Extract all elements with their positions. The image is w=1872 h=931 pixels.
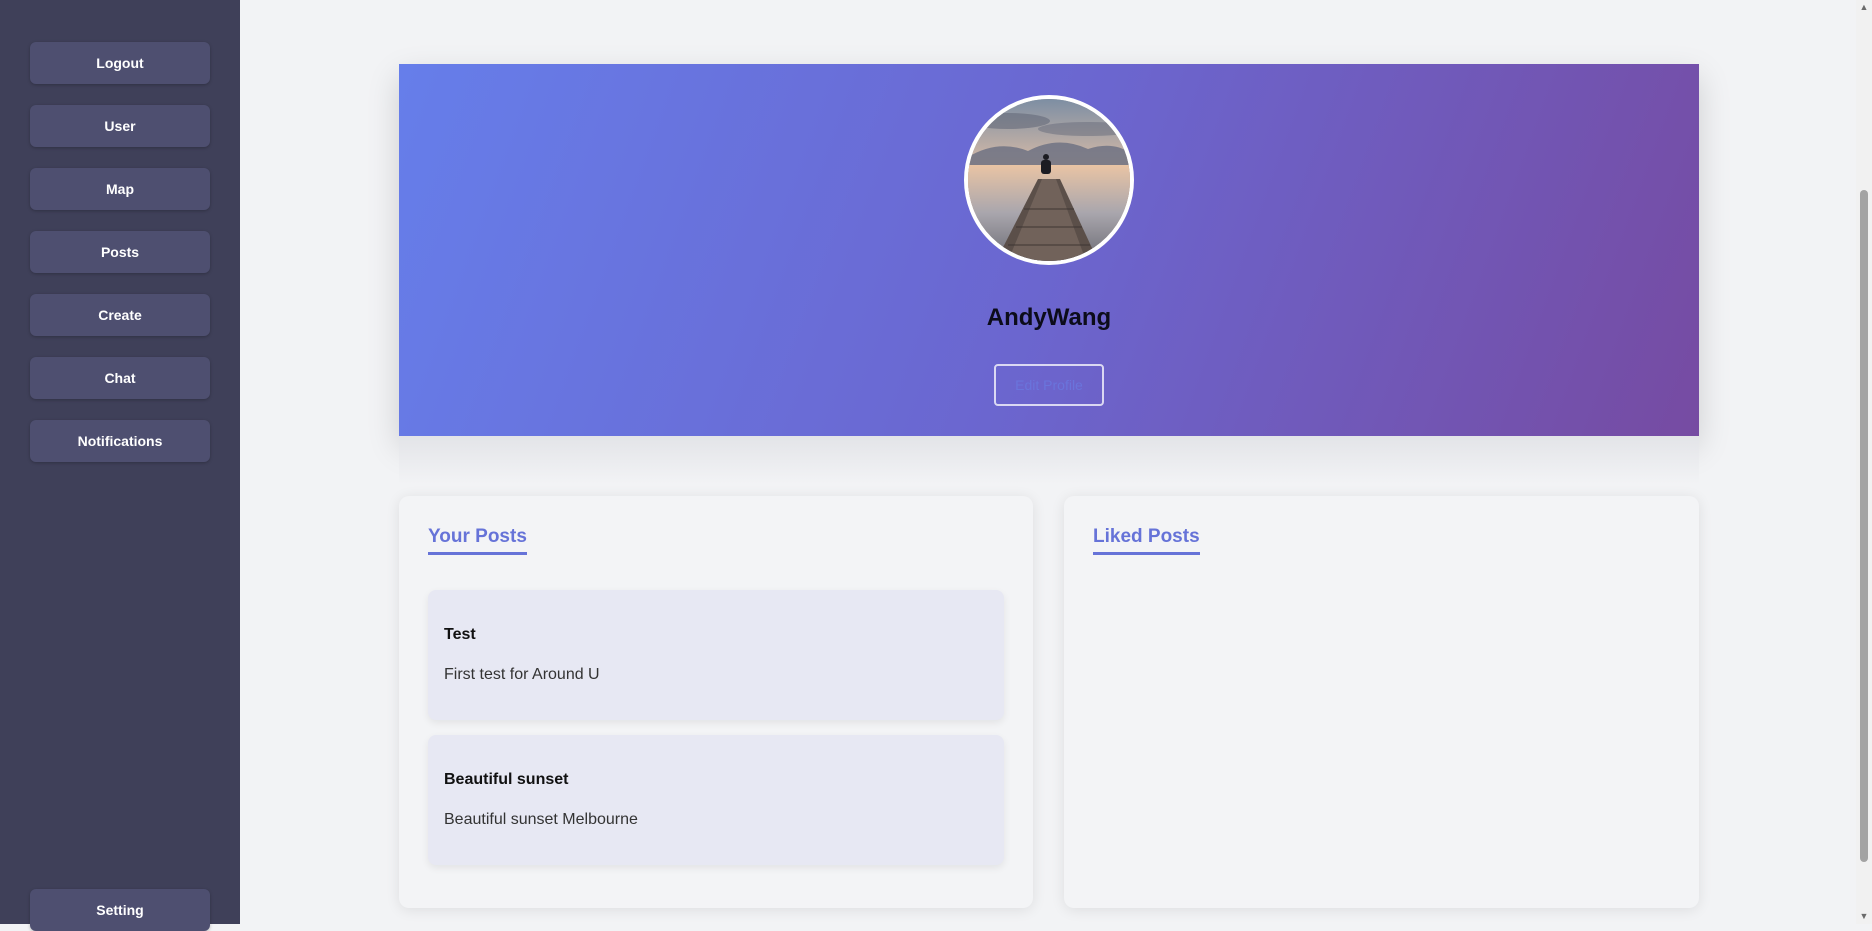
notifications-button[interactable]: Notifications [30, 420, 210, 462]
profile-header: AndyWang Edit Profile [399, 64, 1699, 436]
create-button[interactable]: Create [30, 294, 210, 336]
map-button[interactable]: Map [30, 168, 210, 210]
scrollbar-thumb[interactable] [1860, 190, 1868, 862]
post-title: Beautiful sunset [444, 771, 569, 788]
post-body: First test for Around U [444, 666, 600, 683]
avatar [964, 95, 1134, 265]
header-shadow [399, 436, 1699, 484]
vertical-scrollbar[interactable]: ▲ ▼ [1856, 0, 1872, 924]
post-card[interactable]: Beautiful sunset Beautiful sunset Melbou… [428, 735, 1004, 865]
liked-posts-title: Liked Posts [1093, 526, 1200, 555]
main-content: AndyWang Edit Profile Your Posts Test Fi… [240, 0, 1856, 924]
user-button[interactable]: User [30, 105, 210, 147]
sidebar: Logout User Map Posts Create Chat Notifi… [0, 0, 240, 931]
post-title: Test [444, 626, 476, 643]
setting-button[interactable]: Setting [30, 889, 210, 931]
scroll-down-icon[interactable]: ▼ [1859, 910, 1869, 922]
logout-button[interactable]: Logout [30, 42, 210, 84]
landscape-photo-icon [968, 99, 1130, 261]
edit-profile-button[interactable]: Edit Profile [994, 364, 1104, 406]
posts-button[interactable]: Posts [30, 231, 210, 273]
your-posts-title: Your Posts [428, 526, 527, 555]
post-card[interactable]: Test First test for Around U [428, 590, 1004, 720]
liked-posts-card: Liked Posts [1064, 496, 1699, 908]
your-posts-card: Your Posts Test First test for Around U … [399, 496, 1033, 908]
scroll-up-icon[interactable]: ▲ [1859, 1, 1869, 13]
post-body: Beautiful sunset Melbourne [444, 811, 638, 828]
chat-button[interactable]: Chat [30, 357, 210, 399]
username: AndyWang [986, 304, 1112, 331]
